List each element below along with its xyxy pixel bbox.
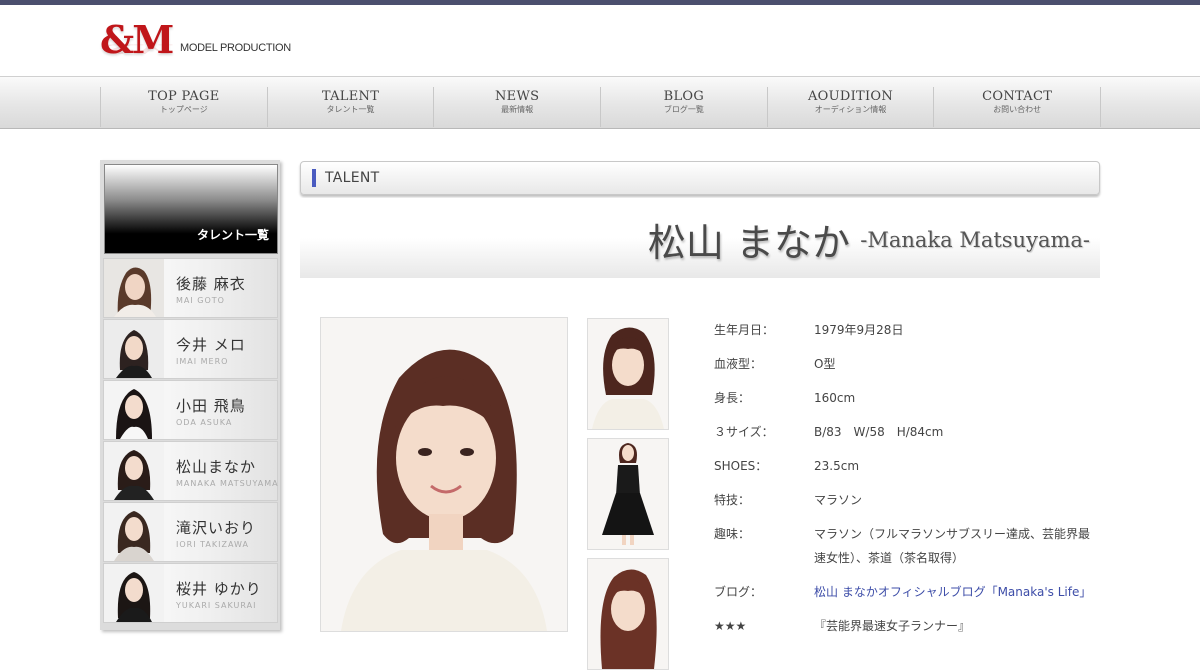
profile-value: 23.5cm xyxy=(814,459,860,473)
talent-romaji: YUKARI SAKURAI xyxy=(176,601,257,610)
profile-key: 趣味： xyxy=(714,527,751,541)
profile-key: 血液型： xyxy=(714,357,763,371)
talent-title-band: 松山 まなか -Manaka Matsuyama- xyxy=(300,198,1100,278)
talent-thumbnail xyxy=(104,320,164,378)
talent-thumbnail-2[interactable] xyxy=(587,438,669,550)
nav-label: AOUDITION xyxy=(807,89,894,104)
logo-reflection: &M xyxy=(100,41,173,58)
profile-value: マラソン xyxy=(814,493,863,507)
talent-romaji: ODA ASUKA xyxy=(176,418,233,427)
talent-name: 後藤 麻衣 xyxy=(176,275,246,293)
profile-key: 特技： xyxy=(714,493,751,507)
nav-sublabel: ブログ一覧 xyxy=(663,105,704,114)
talent-name: 滝沢いおり xyxy=(176,519,257,537)
profile-value: 『芸能界最速女子ランナー』 xyxy=(814,619,971,633)
talent-name: 桜井 ゆかり xyxy=(176,580,262,598)
blog-link[interactable]: 松山 まなかオフィシャルブログ「Manaka's Life」 xyxy=(814,580,1094,604)
talent-romaji: MAI GOTO xyxy=(176,296,225,305)
talent-romaji: IMAI MERO xyxy=(176,357,229,366)
site-header: &M &M MODEL PRODUCTION xyxy=(0,5,1200,76)
nav-label: TALENT xyxy=(321,89,380,104)
talent-thumbnail xyxy=(104,259,164,317)
talent-item-imai-mero[interactable]: 今井 メロ IMAI MERO xyxy=(103,319,278,379)
talent-list-label: タレント一覧 xyxy=(196,228,269,242)
nav-blog[interactable]: BLOG ブログ一覧 xyxy=(601,87,768,127)
talent-item-yukari-sakurai[interactable]: 桜井 ゆかり YUKARI SAKURAI xyxy=(103,563,278,623)
talent-item-iori-takizawa[interactable]: 滝沢いおり IORI TAKIZAWA xyxy=(103,502,278,562)
talent-sidebar: タレント一覧 後藤 麻衣 MAI GOTO 今井 メロ IMAI MERO 小田… xyxy=(100,160,280,630)
talent-item-mai-goto[interactable]: 後藤 麻衣 MAI GOTO xyxy=(103,258,278,318)
nav-sublabel: 最新情報 xyxy=(501,105,534,114)
section-header: TALENT xyxy=(300,161,1100,195)
profile-key: SHOES： xyxy=(714,459,768,473)
talent-list-banner[interactable]: タレント一覧 xyxy=(104,164,278,254)
logo-text: MODEL PRODUCTION xyxy=(180,42,291,54)
talent-thumbnail-3[interactable] xyxy=(587,558,669,670)
section-title: TALENT xyxy=(325,170,380,186)
talent-romaji: MANAKA MATSUYAMA xyxy=(176,479,279,488)
talent-name-japanese: 松山 まなか xyxy=(647,221,850,265)
profile-key: ★★★ xyxy=(714,619,747,633)
nav-contact[interactable]: CONTACT お問い合わせ xyxy=(934,87,1102,127)
talent-thumbnail xyxy=(104,442,164,500)
nav-sublabel: お問い合わせ xyxy=(993,105,1042,114)
talent-item-manaka-matsuyama[interactable]: 松山まなか MANAKA MATSUYAMA xyxy=(103,441,278,501)
nav-top-page[interactable]: TOP PAGE トップページ xyxy=(101,87,268,127)
talent-romaji: IORI TAKIZAWA xyxy=(176,540,249,549)
nav-audition[interactable]: AOUDITION オーディション情報 xyxy=(768,87,935,127)
nav-label: TOP PAGE xyxy=(148,89,220,104)
nav-sublabel: タレント一覧 xyxy=(326,105,375,114)
talent-thumbnail xyxy=(104,564,164,622)
nav-news[interactable]: NEWS 最新情報 xyxy=(434,87,602,127)
profile-value: O型 xyxy=(814,357,836,371)
nav-label: NEWS xyxy=(495,89,540,104)
profile-value: 1979年9月28日 xyxy=(814,323,904,337)
profile-key: 身長： xyxy=(714,391,751,405)
talent-thumbnail xyxy=(104,381,164,439)
nav-sublabel: オーディション情報 xyxy=(814,105,887,114)
profile-value: 160cm xyxy=(814,391,856,405)
talent-main-photo xyxy=(320,317,568,632)
talent-name: 今井 メロ xyxy=(176,336,246,354)
section-accent-bar xyxy=(312,169,316,187)
talent-list: 後藤 麻衣 MAI GOTO 今井 メロ IMAI MERO 小田 飛鳥 ODA… xyxy=(103,258,278,624)
talent-thumbnail-1[interactable] xyxy=(587,318,669,430)
profile-key: 生年月日： xyxy=(714,323,775,337)
global-nav: TOP PAGE トップページ TALENT タレント一覧 NEWS 最新情報 … xyxy=(0,76,1200,129)
profile-key: ３サイズ： xyxy=(714,425,774,439)
talent-item-oda-asuka[interactable]: 小田 飛鳥 ODA ASUKA xyxy=(103,380,278,440)
nav-label: CONTACT xyxy=(982,89,1053,104)
talent-name: 小田 飛鳥 xyxy=(176,397,246,415)
talent-name: 松山まなか xyxy=(176,458,257,476)
talent-name-english: -Manaka Matsuyama- xyxy=(860,228,1090,252)
profile-value: マラソン（フルマラソンサブスリー達成、芸能界最速女性）、茶道（茶名取得） xyxy=(814,527,1091,565)
profile-value: B/83 W/58 H/84cm xyxy=(814,425,944,439)
talent-thumbnail xyxy=(104,503,164,561)
nav-label: BLOG xyxy=(663,89,705,104)
nav-sublabel: トップページ xyxy=(159,105,208,114)
nav-talent[interactable]: TALENT タレント一覧 xyxy=(268,87,435,127)
profile-key: ブログ： xyxy=(714,585,763,599)
